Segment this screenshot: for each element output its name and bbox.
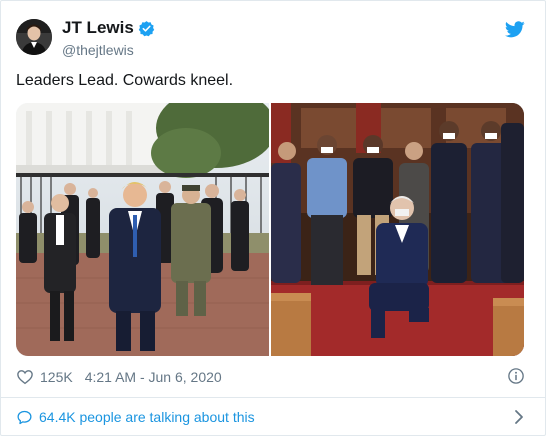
heart-icon[interactable] — [16, 368, 34, 386]
tweet-meta: 125K 4:21 AM - Jun 6, 2020 — [16, 367, 525, 387]
photo-walking-group-street[interactable] — [16, 103, 269, 356]
divider — [1, 397, 545, 398]
speech-bubble-icon — [17, 410, 32, 424]
conversation-link[interactable]: 64.4K people are talking about this — [16, 407, 525, 427]
avatar[interactable] — [16, 19, 52, 55]
twitter-bird-icon[interactable] — [505, 21, 525, 38]
media-grid — [16, 103, 524, 356]
verified-badge-icon — [138, 20, 155, 36]
name-row: JT Lewis — [62, 18, 155, 38]
timestamp[interactable]: 4:21 AM - Jun 6, 2020 — [85, 369, 222, 385]
photo-kneeling-group-church[interactable] — [271, 103, 524, 356]
tweet-card[interactable]: JT Lewis @thejtlewis Leaders Lead. Cowar… — [0, 0, 546, 436]
user-handle[interactable]: @thejtlewis — [62, 42, 134, 58]
tweet-text: Leaders Lead. Cowards kneel. — [16, 72, 234, 89]
info-icon[interactable] — [507, 367, 525, 385]
like-count[interactable]: 125K — [40, 369, 73, 385]
chevron-right-icon[interactable] — [513, 409, 525, 425]
conversation-label[interactable]: 64.4K people are talking about this — [39, 409, 255, 425]
display-name[interactable]: JT Lewis — [62, 18, 134, 38]
